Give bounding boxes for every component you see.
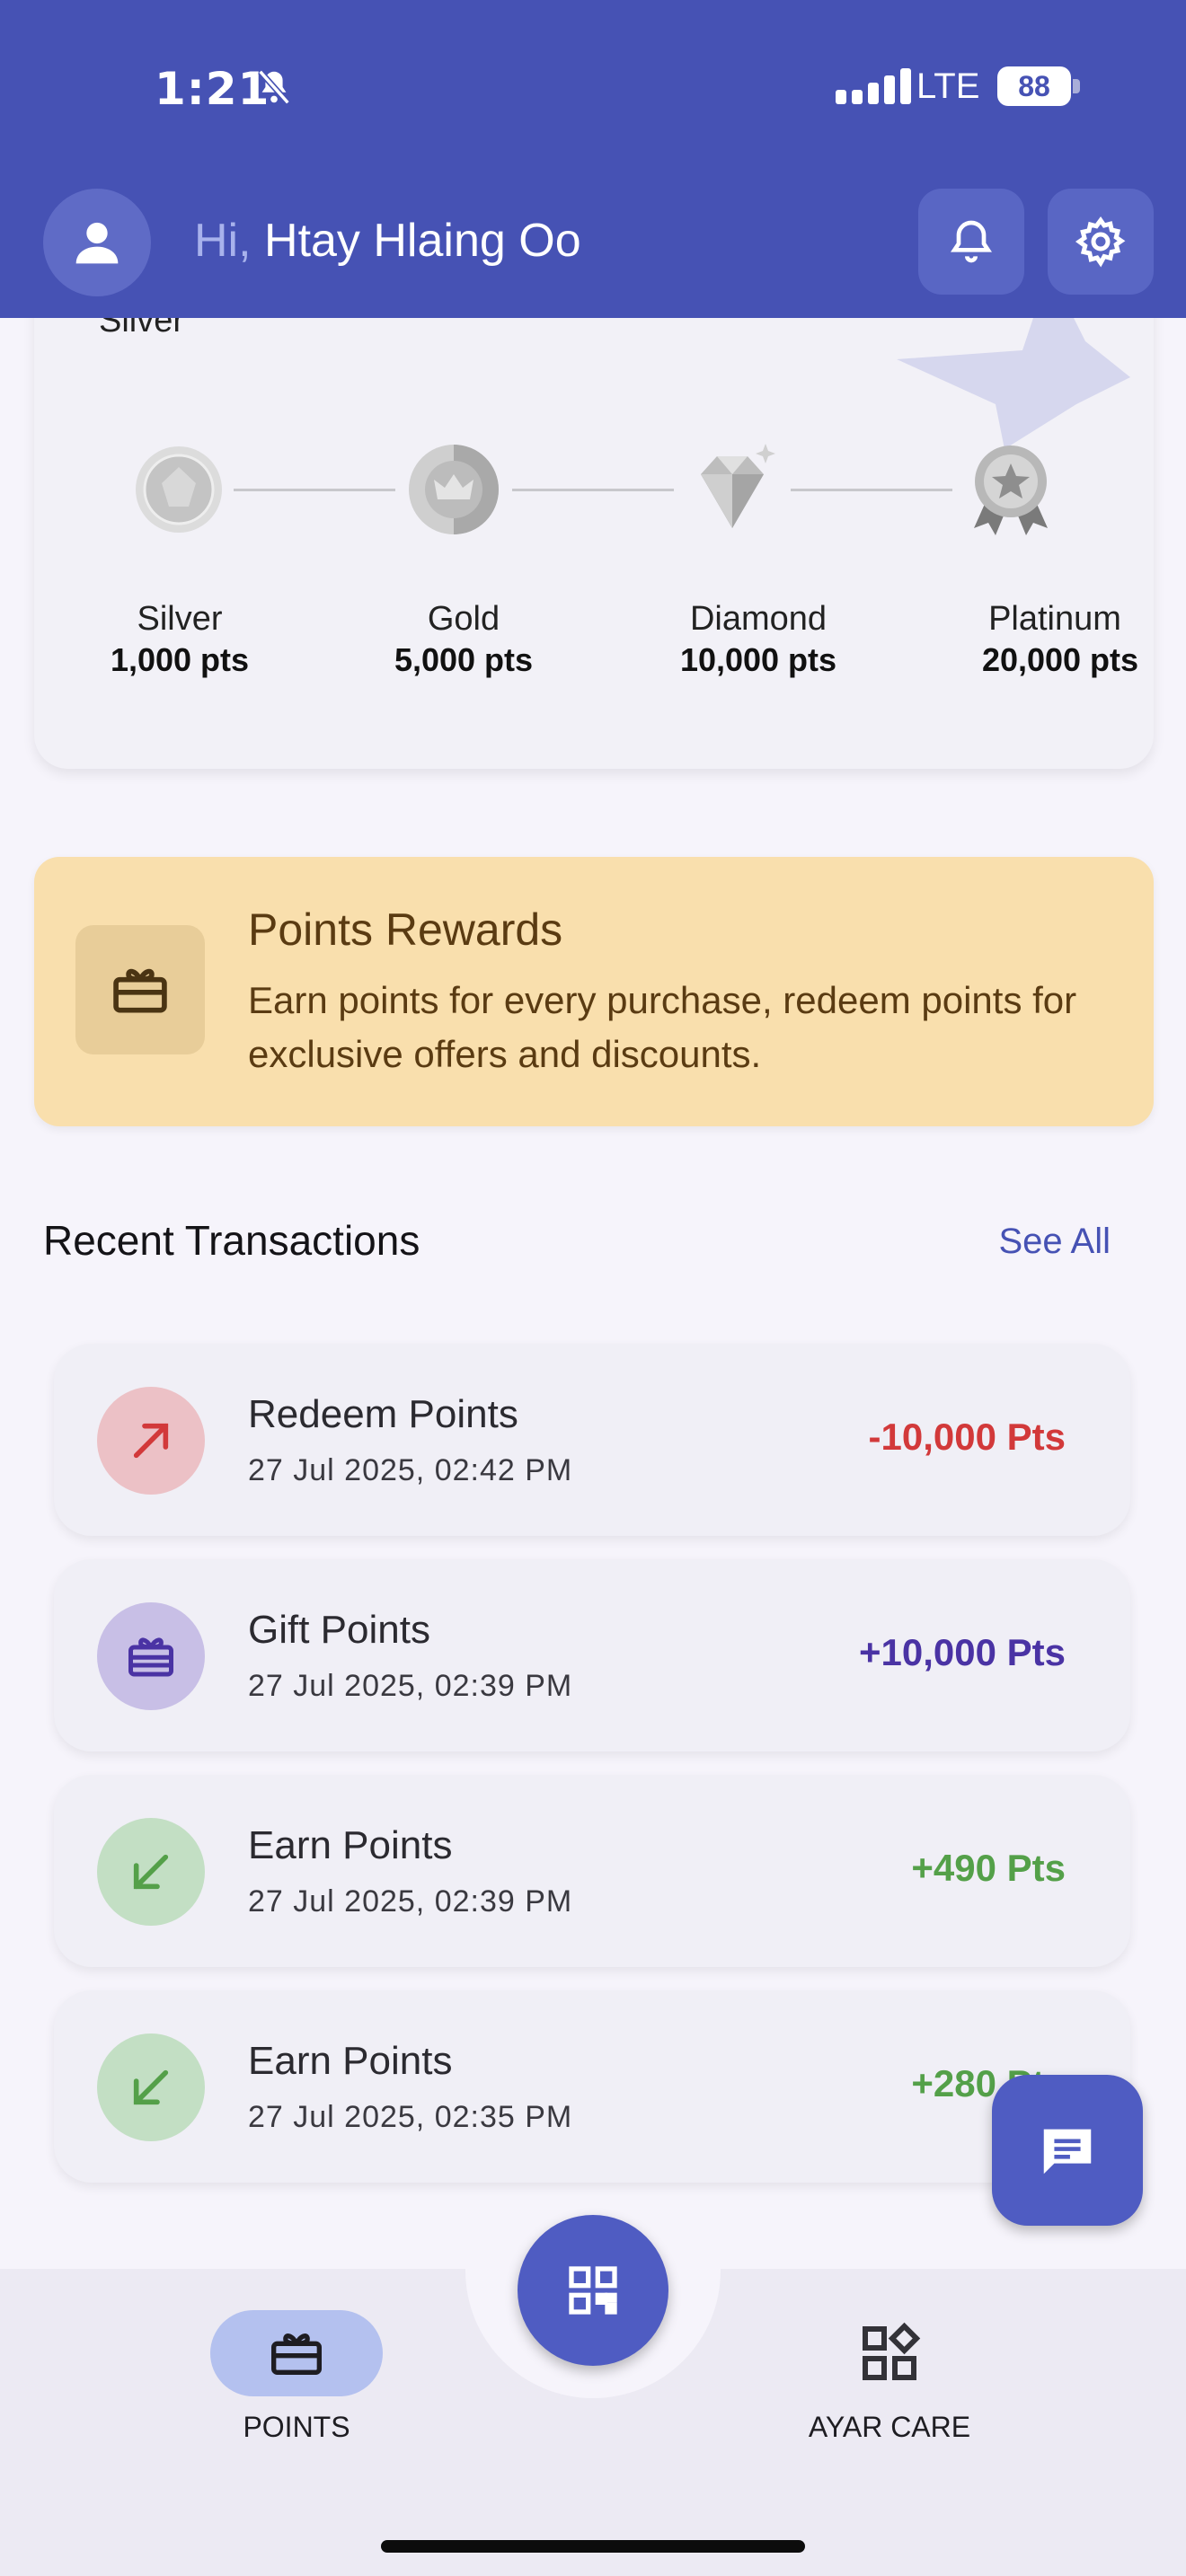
chat-icon [1043,2129,1092,2175]
bell-icon [950,220,993,263]
arrow-down-left-icon [133,2069,169,2105]
arrow-down-left-icon [133,1854,169,1890]
battery-level: 88 [1018,69,1050,102]
tier-connector [791,489,952,491]
avatar[interactable] [43,189,151,296]
tier-connector [234,489,395,491]
tier-name: Gold [427,600,500,638]
arrow-up-right-icon [133,1423,169,1459]
notifications-button[interactable] [918,189,1024,295]
battery-icon: 88 [997,66,1071,106]
greeting: Hi, Htay Hlaing Oo [194,214,581,268]
settings-button[interactable] [1048,189,1154,295]
transaction-date: 27 Jul 2025, 02:39 PM [248,1884,573,1919]
home-indicator [381,2540,805,2553]
chat-button[interactable] [992,2075,1143,2226]
bell-off-icon [258,69,290,105]
diamond-icon [701,444,775,528]
redeem-icon-badge [97,1387,205,1495]
qr-code-icon [569,2266,617,2315]
apps-icon[interactable] [857,2321,922,2386]
platinum-medal-icon [974,446,1048,535]
battery-tip [1073,79,1080,93]
rewards-icon-box [75,925,205,1054]
transaction-title: Earn Points [248,1823,453,1867]
points-rewards-banner[interactable]: Points Rewards Earn points for every pur… [34,857,1154,1126]
section-title: Recent Transactions [43,1217,420,1264]
gear-icon [1075,216,1126,268]
tier-connector [512,489,674,491]
gold-medal-icon [409,445,499,534]
rewards-title: Points Rewards [248,904,563,955]
gift-icon-badge [97,1602,205,1710]
gift-card-icon [113,968,167,1013]
transaction-row[interactable]: Gift Points 27 Jul 2025, 02:39 PM +10,00… [54,1559,1130,1751]
transaction-amount: +490 Pts [911,1847,1066,1889]
gift-icon [128,1637,173,1677]
transaction-date: 27 Jul 2025, 02:39 PM [248,1669,573,1703]
tier-points: 5,000 pts [394,641,534,678]
network-type: LTE [916,66,980,106]
greeting-prefix: Hi, [194,215,252,267]
transaction-date: 27 Jul 2025, 02:35 PM [248,2100,573,2134]
transaction-amount: -10,000 Pts [868,1416,1066,1458]
transaction-row[interactable]: Earn Points 27 Jul 2025, 02:39 PM +490 P… [54,1775,1130,1967]
gift-card-icon [271,2333,322,2375]
tier-name: Platinum [988,600,1121,638]
qr-scan-button[interactable] [518,2215,668,2366]
nav-item-points[interactable] [210,2310,383,2396]
transaction-title: Earn Points [248,2039,453,2083]
user-name: Htay Hlaing Oo [264,215,581,267]
tier-progress-card: Silver Silver 1,000 pts Gold 5,000 pts D… [34,269,1154,769]
silver-medal-icon [136,446,222,533]
tier-points: 20,000 pts [981,641,1139,678]
transaction-row[interactable]: Redeem Points 27 Jul 2025, 02:42 PM -10,… [54,1344,1130,1536]
nav-label-points[interactable]: POINTS [180,2411,413,2444]
transaction-title: Gift Points [248,1608,430,1652]
earn-icon-badge [97,2033,205,2141]
see-all-link[interactable]: See All [998,1222,1111,1262]
earn-icon-badge [97,1818,205,1926]
transaction-title: Redeem Points [248,1392,518,1436]
signal-icon [836,68,911,104]
transaction-amount: +10,000 Pts [858,1631,1066,1673]
nav-label-ayar-care[interactable]: AYAR CARE [773,2411,1006,2444]
transaction-date: 27 Jul 2025, 02:42 PM [248,1453,573,1487]
tier-points: 1,000 pts [110,641,250,678]
rewards-description: Earn points for every purchase, redeem p… [248,979,1077,1075]
app-header: 1:21 LTE 88 Hi, Htay Hlaing Oo [0,0,1186,318]
transaction-row[interactable]: Earn Points 27 Jul 2025, 02:35 PM +280 P… [54,1990,1130,2183]
tier-name: Silver [137,600,223,638]
tier-name: Diamond [689,600,828,638]
tier-points: 10,000 pts [679,641,837,678]
user-icon [75,222,119,264]
